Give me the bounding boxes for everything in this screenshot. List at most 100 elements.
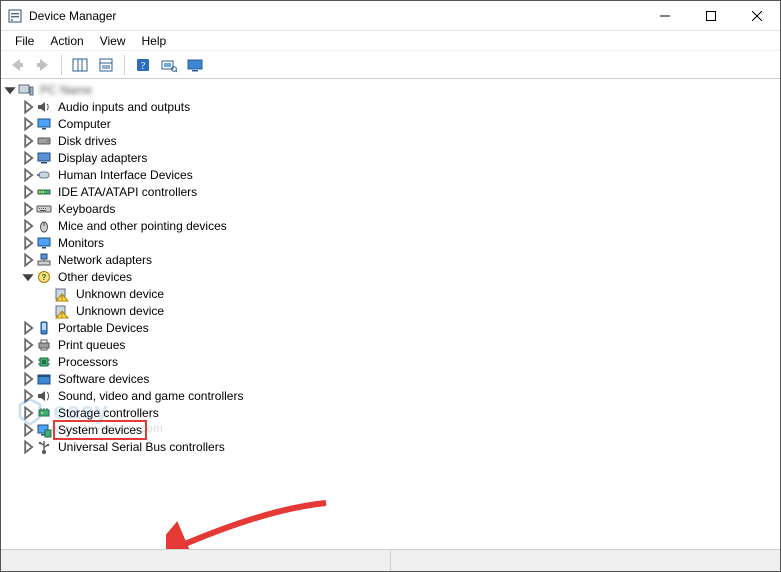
tree-item[interactable]: Human Interface Devices (21, 166, 780, 183)
tree-item-label: Mice and other pointing devices (56, 219, 229, 233)
tree-item[interactable]: Monitors (21, 234, 780, 251)
tree-item-label: IDE ATA/ATAPI controllers (56, 185, 199, 199)
tree-item[interactable]: Network adapters (21, 251, 780, 268)
close-button[interactable] (734, 1, 780, 31)
software-icon (36, 371, 52, 387)
tree-item[interactable]: Universal Serial Bus controllers (21, 438, 780, 455)
statusbar-pane-right (391, 550, 780, 571)
tree-item-label: Display adapters (56, 151, 149, 165)
toolbar-properties-button[interactable] (94, 53, 118, 77)
tree-item[interactable]: Display adapters (21, 149, 780, 166)
menu-file[interactable]: File (7, 32, 42, 50)
toolbar-monitor-config-button[interactable] (183, 53, 207, 77)
tree-expander-icon[interactable] (21, 236, 35, 250)
monitor-icon (36, 235, 52, 251)
toolbar-divider (61, 55, 62, 75)
tree-item-label: Audio inputs and outputs (56, 100, 192, 114)
tree-expander-icon[interactable] (21, 321, 35, 335)
toolbar-scan-button[interactable] (157, 53, 181, 77)
tree-item-label: Other devices (56, 270, 134, 284)
tree-item-label: System devices (56, 423, 144, 437)
toolbar-divider (124, 55, 125, 75)
statusbar-pane-left (1, 550, 391, 571)
tree-expander-icon[interactable] (21, 355, 35, 369)
menubar: File Action View Help (1, 31, 780, 51)
tree-item-label: Disk drives (56, 134, 119, 148)
network-icon (36, 252, 52, 268)
tree-expander-icon[interactable] (21, 389, 35, 403)
tree-expander-icon[interactable] (21, 117, 35, 131)
toolbar: ? (1, 51, 780, 79)
mouse-icon (36, 218, 52, 234)
tree-item-label: Processors (56, 355, 120, 369)
tree-expander-icon[interactable] (21, 202, 35, 216)
svg-text:?: ? (42, 273, 47, 282)
tree-item-label: Sound, video and game controllers (56, 389, 245, 403)
cpu-icon (36, 354, 52, 370)
tree-item-label: Software devices (56, 372, 151, 386)
tree-expander-icon[interactable] (21, 338, 35, 352)
tree-expander-icon[interactable] (21, 168, 35, 182)
portable-icon (36, 320, 52, 336)
tree-expander-icon[interactable] (21, 406, 35, 420)
menu-view[interactable]: View (92, 32, 134, 50)
tree-item[interactable]: Print queues (21, 336, 780, 353)
tree-root-item[interactable]: PC Name (3, 81, 780, 98)
tree-expander-icon[interactable] (21, 423, 35, 437)
keyboard-icon (36, 201, 52, 217)
menu-action[interactable]: Action (42, 32, 91, 50)
tree-item-label: Monitors (56, 236, 106, 250)
printer-icon (36, 337, 52, 353)
monitor-icon (36, 116, 52, 132)
tree-item[interactable]: Storage controllers (21, 404, 780, 421)
tree-item[interactable]: !Unknown device (39, 302, 780, 319)
annotation-arrow (166, 497, 336, 549)
tree-item[interactable]: Mice and other pointing devices (21, 217, 780, 234)
tree-expander-icon[interactable] (3, 83, 17, 97)
hid-icon (36, 167, 52, 183)
toolbar-columns-button[interactable] (68, 53, 92, 77)
tree-item[interactable]: Disk drives (21, 132, 780, 149)
warning-icon: ! (54, 286, 70, 302)
tree-item-label: Network adapters (56, 253, 154, 267)
tree-item[interactable]: Keyboards (21, 200, 780, 217)
tree-expander-icon[interactable] (21, 270, 35, 284)
tree-item[interactable]: Software devices (21, 370, 780, 387)
toolbar-help-button[interactable]: ? (131, 53, 155, 77)
maximize-button[interactable] (688, 1, 734, 31)
tree-item[interactable]: Processors (21, 353, 780, 370)
tree-root-label: PC Name (38, 83, 94, 97)
tree-item[interactable]: System devices (21, 421, 780, 438)
tree-item-label: Portable Devices (56, 321, 151, 335)
tree-item[interactable]: ! Unknown device (39, 285, 780, 302)
other-icon: ? (36, 269, 52, 285)
tree-item-label: Human Interface Devices (56, 168, 195, 182)
usb-icon (36, 439, 52, 455)
tree-expander-icon[interactable] (21, 440, 35, 454)
menu-help[interactable]: Help (134, 32, 175, 50)
tree-item[interactable]: Portable Devices (21, 319, 780, 336)
tree-item-label: Unknown device (74, 287, 166, 301)
storage-icon (36, 405, 52, 421)
warning-icon: ! (54, 303, 70, 319)
tree-item[interactable]: Sound, video and game controllers (21, 387, 780, 404)
tree-item[interactable]: IDE ATA/ATAPI controllers (21, 183, 780, 200)
titlebar: Device Manager (1, 1, 780, 31)
pc-icon (18, 82, 34, 98)
tree-item[interactable]: ? Other devices (21, 268, 780, 285)
tree-expander-icon[interactable] (21, 185, 35, 199)
tree-expander-icon[interactable] (21, 151, 35, 165)
sound-icon (36, 388, 52, 404)
toolbar-forward-button[interactable] (31, 53, 55, 77)
toolbar-back-button[interactable] (5, 53, 29, 77)
tree-expander-icon[interactable] (21, 253, 35, 267)
tree-expander-icon[interactable] (21, 372, 35, 386)
tree-expander-icon[interactable] (21, 134, 35, 148)
device-tree[interactable]: PC Name Audio inputs and outputsComputer D… (1, 79, 780, 549)
display-icon (36, 150, 52, 166)
tree-item[interactable]: Audio inputs and outputs (21, 98, 780, 115)
tree-item[interactable]: Computer (21, 115, 780, 132)
minimize-button[interactable] (642, 1, 688, 31)
tree-expander-icon[interactable] (21, 219, 35, 233)
tree-expander-icon[interactable] (21, 100, 35, 114)
